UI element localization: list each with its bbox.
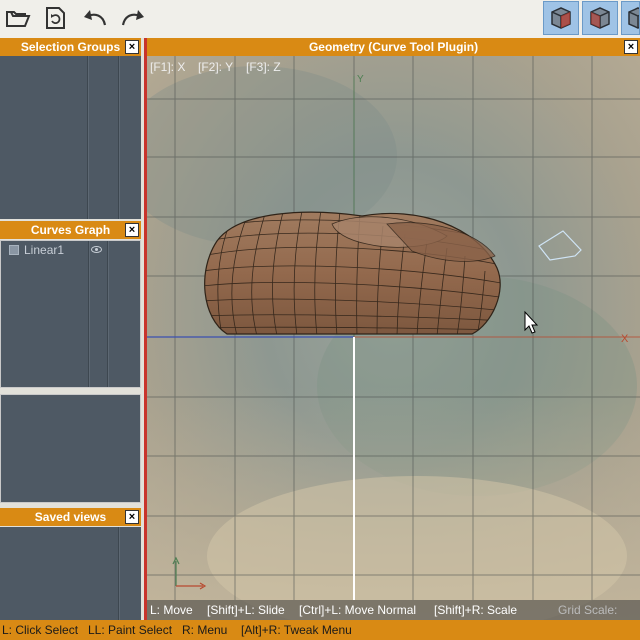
left-panel-column: Selection Groups × Curves Graph × Linear… bbox=[0, 38, 144, 620]
hint-paint-select: LL: Paint Select bbox=[88, 623, 173, 637]
viewport-canvas[interactable]: Y X bbox=[147, 56, 640, 620]
hint-slide: [Shift]+L: Slide bbox=[207, 603, 285, 617]
curve-item-label: Linear1 bbox=[24, 243, 65, 257]
curve-properties-pane bbox=[0, 394, 141, 503]
view-cube-icon[interactable] bbox=[582, 1, 618, 35]
close-icon[interactable]: × bbox=[624, 40, 638, 54]
reload-icon[interactable] bbox=[40, 4, 70, 32]
selection-groups-list[interactable] bbox=[0, 56, 141, 219]
close-icon[interactable]: × bbox=[125, 40, 139, 54]
hint-tweak-menu: [Alt]+R: Tweak Menu bbox=[241, 623, 352, 637]
x-axis-label: X bbox=[621, 333, 629, 345]
undo-icon[interactable] bbox=[80, 4, 110, 32]
toolbar bbox=[0, 0, 640, 38]
viewport-title: Geometry (Curve Tool Plugin) bbox=[308, 40, 479, 54]
list-item[interactable]: Linear1 bbox=[1, 241, 140, 259]
curve-layer-icon bbox=[9, 245, 19, 255]
y-axis-label: Y bbox=[357, 74, 364, 85]
saved-views-title: Saved views bbox=[34, 510, 107, 524]
axis-hint-x: [F1]: X bbox=[150, 60, 186, 74]
hint-move: L: Move bbox=[150, 603, 193, 617]
eye-icon[interactable] bbox=[91, 246, 102, 253]
geometry-viewport[interactable]: Y X [F1]: X [F2]: Y [F3]: Z L: Move [Shi… bbox=[147, 56, 640, 620]
hint-move-normal: [Ctrl]+L: Move Normal bbox=[299, 603, 417, 617]
hint-menu: R: Menu bbox=[182, 623, 228, 637]
view-cube-icon[interactable] bbox=[621, 1, 640, 35]
close-icon[interactable]: × bbox=[125, 223, 139, 237]
viewport-title-bar: Geometry (Curve Tool Plugin) × bbox=[147, 38, 640, 56]
saved-views-header: Saved views × bbox=[0, 508, 141, 526]
view-cube-icon[interactable] bbox=[543, 1, 579, 35]
hint-click-select: L: Click Select bbox=[2, 623, 79, 637]
axis-hint-z: [F3]: Z bbox=[246, 60, 281, 74]
status-bar: L: Click Select LL: Paint Select R: Menu… bbox=[0, 620, 640, 640]
hint-scale: [Shift]+R: Scale bbox=[434, 603, 518, 617]
curves-graph-list[interactable]: Linear1 bbox=[0, 240, 141, 388]
close-icon[interactable]: × bbox=[125, 510, 139, 524]
open-folder-icon[interactable] bbox=[3, 4, 33, 32]
curves-graph-title: Curves Graph bbox=[30, 223, 111, 237]
grid-scale-readout: Grid Scale: x1.0 bbox=[558, 603, 618, 617]
selection-groups-header: Selection Groups × bbox=[0, 38, 141, 56]
axis-hint-y: [F2]: Y bbox=[198, 60, 234, 74]
curves-graph-header: Curves Graph × bbox=[0, 221, 141, 239]
selection-groups-title: Selection Groups bbox=[20, 40, 121, 54]
viewport-status-bar: L: Move [Shift]+L: Slide [Ctrl]+L: Move … bbox=[147, 600, 640, 620]
redo-icon[interactable] bbox=[118, 4, 148, 32]
saved-views-list[interactable] bbox=[0, 527, 141, 620]
